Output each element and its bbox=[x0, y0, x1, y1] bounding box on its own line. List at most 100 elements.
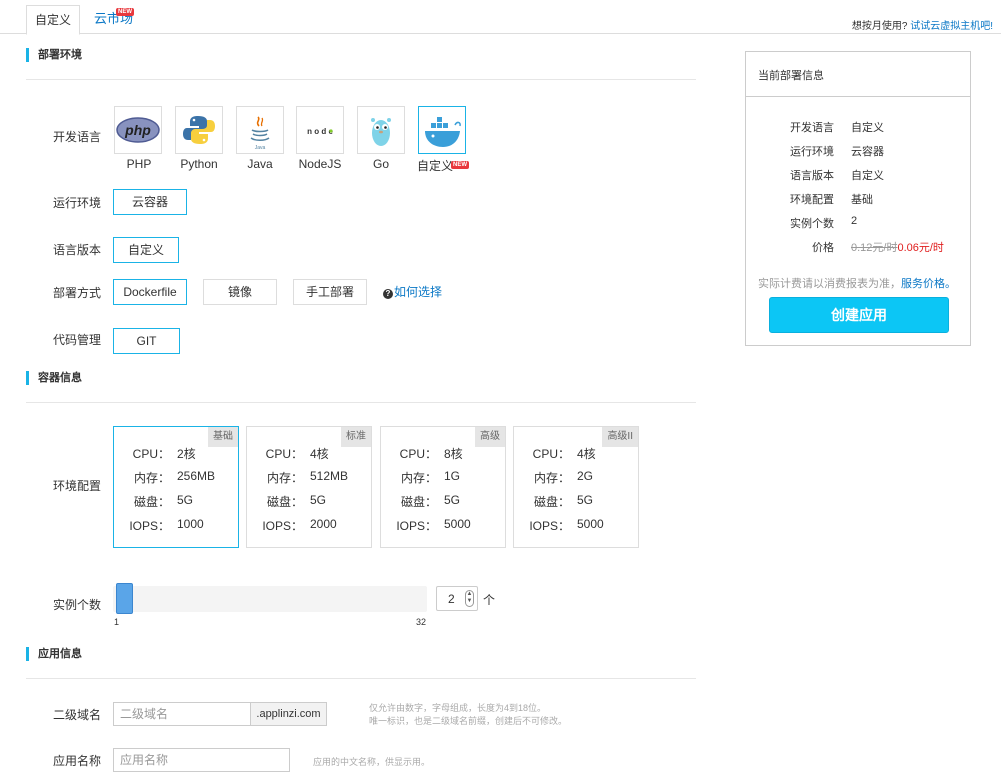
section-deploy-env: 部署环境 bbox=[26, 48, 82, 62]
spec-key: IOPS： bbox=[262, 519, 303, 533]
spec-tag: 高级 bbox=[475, 427, 505, 447]
python-icon bbox=[183, 116, 215, 144]
price-value: 0.12元/时0.06元/时 bbox=[851, 239, 944, 255]
java-icon: Java bbox=[250, 116, 270, 151]
service-price-link[interactable]: 服务价格。 bbox=[901, 278, 956, 290]
spec-key: 磁盘： bbox=[533, 495, 570, 509]
spec-key: 磁盘： bbox=[400, 495, 437, 509]
subdomain-hint: 仅允许由数字，字母组成，长度为4到18位。 唯一标识，也是二级域名前缀，创建后不… bbox=[369, 702, 567, 728]
spec-key: IOPS： bbox=[396, 519, 437, 533]
spec-key: IOPS： bbox=[129, 519, 170, 533]
spec-value: 1000 bbox=[177, 517, 204, 531]
code-option-git[interactable]: GIT bbox=[113, 328, 180, 354]
deploy-option-image[interactable]: 镜像 bbox=[203, 279, 277, 305]
info-key: 环境配置 bbox=[790, 194, 834, 206]
dev-language-label: 开发语言 bbox=[53, 130, 102, 144]
app-name-input[interactable]: 应用名称 bbox=[113, 748, 290, 772]
lang-name-java: Java bbox=[247, 157, 273, 171]
stepper-icon[interactable]: ▲ ▼ bbox=[465, 590, 474, 607]
spec-key: IOPS： bbox=[529, 519, 570, 533]
go-gopher-icon bbox=[371, 118, 391, 146]
spec-key: 内存： bbox=[133, 471, 170, 485]
subdomain-input[interactable]: 二级域名 bbox=[113, 702, 251, 726]
instance-count-label: 实例个数 bbox=[53, 598, 102, 612]
lang-name-go: Go bbox=[372, 157, 389, 171]
spec-card-advanced-ii[interactable]: 高级II CPU： 4核 内存： 2G 磁盘： 5G IOPS： 5000 bbox=[513, 426, 639, 548]
info-value: 基础 bbox=[851, 194, 873, 206]
deploy-option-manual[interactable]: 手工部署 bbox=[293, 279, 367, 305]
info-value: 自定义 bbox=[851, 170, 884, 182]
info-value: 云容器 bbox=[851, 146, 884, 158]
instance-count-value: 2 bbox=[448, 592, 455, 606]
divider bbox=[26, 402, 696, 403]
lang-name-python: Python bbox=[180, 157, 218, 171]
lang-card-nodejs[interactable]: n o d e bbox=[296, 106, 344, 154]
section-container-info: 容器信息 bbox=[26, 371, 82, 385]
divider bbox=[26, 678, 696, 679]
info-key: 运行环境 bbox=[790, 146, 834, 158]
instance-slider-track[interactable] bbox=[113, 586, 427, 612]
spec-value: 1G bbox=[444, 469, 461, 483]
spec-tag: 基础 bbox=[208, 427, 238, 447]
price-label: 价格 bbox=[812, 242, 834, 254]
spec-value: 8核 bbox=[444, 447, 463, 461]
lang-card-custom[interactable] bbox=[418, 106, 466, 154]
spec-key: CPU： bbox=[265, 447, 303, 461]
instance-slider-handle[interactable] bbox=[116, 583, 133, 614]
spec-key: CPU： bbox=[132, 447, 170, 461]
instance-count-input[interactable]: 2 ▲ ▼ bbox=[436, 586, 478, 611]
app-name-label: 应用名称 bbox=[53, 754, 102, 768]
spec-tag: 高级II bbox=[602, 427, 638, 447]
spec-card-standard[interactable]: 标准 CPU： 4核 内存： 512MB 磁盘： 5G IOPS： 2000 bbox=[246, 426, 372, 548]
lang-card-go[interactable] bbox=[357, 106, 405, 154]
price-old: 0.12元/时 bbox=[851, 242, 898, 254]
lang-version-label: 语言版本 bbox=[53, 243, 102, 257]
spec-value: 2000 bbox=[310, 517, 337, 531]
lang-card-php[interactable]: php bbox=[114, 106, 162, 154]
billing-note-text: 实际计费请以消费报表为准， bbox=[758, 278, 901, 290]
subdomain-hint-line: 唯一标识，也是二级域名前缀，创建后不可修改。 bbox=[369, 716, 568, 726]
nodejs-icon: n o d e bbox=[307, 127, 333, 136]
spec-value: 2核 bbox=[177, 447, 196, 461]
info-value: 自定义 bbox=[851, 122, 884, 134]
price-new: 0.06元/时 bbox=[897, 242, 944, 254]
lang-name-nodejs: NodeJS bbox=[298, 157, 342, 171]
billing-note: 实际计费请以消费报表为准，服务价格。 bbox=[758, 275, 956, 291]
code-mgmt-label: 代码管理 bbox=[53, 333, 102, 347]
deploy-help-label: 如何选择 bbox=[394, 285, 443, 299]
runtime-option-cloud-container[interactable]: 云容器 bbox=[113, 189, 187, 215]
version-option-custom[interactable]: 自定义 bbox=[113, 237, 179, 263]
spec-value: 5G bbox=[577, 493, 594, 507]
subdomain-suffix: .applinzi.com bbox=[250, 702, 327, 726]
docker-whale-icon bbox=[425, 117, 461, 147]
subdomain-label: 二级域名 bbox=[53, 708, 102, 722]
deploy-help-link[interactable]: ? 如何选择 bbox=[383, 283, 442, 300]
runtime-label: 运行环境 bbox=[53, 196, 102, 210]
section-app-info: 应用信息 bbox=[26, 647, 82, 661]
tab-custom[interactable]: 自定义 bbox=[26, 5, 80, 35]
virtual-host-link[interactable]: 试试云虚拟主机吧! bbox=[910, 21, 993, 32]
deploy-option-dockerfile[interactable]: Dockerfile bbox=[113, 279, 187, 305]
lang-card-python[interactable] bbox=[175, 106, 223, 154]
lang-name-php: PHP bbox=[126, 157, 152, 171]
spec-value: 5000 bbox=[577, 517, 604, 531]
tab-bar: 自定义 云市场 NEW 想按月使用? 试试云虚拟主机吧! bbox=[0, 0, 1001, 35]
lang-card-java[interactable]: Java bbox=[236, 106, 284, 154]
spec-key: 磁盘： bbox=[266, 495, 303, 509]
spec-card-basic[interactable]: 基础 CPU： 2核 内存： 256MB 磁盘： 5G IOPS： 1000 bbox=[113, 426, 239, 548]
slider-min-label: 1 bbox=[114, 617, 120, 627]
instance-unit: 个 bbox=[483, 593, 496, 607]
spec-key: CPU： bbox=[532, 447, 570, 461]
panel-title: 当前部署信息 bbox=[758, 70, 824, 82]
create-app-button[interactable]: 创建应用 bbox=[769, 297, 949, 333]
spec-key: 磁盘： bbox=[133, 495, 170, 509]
spec-key: CPU： bbox=[399, 447, 437, 461]
tab-cloud-market[interactable]: 云市场 NEW bbox=[84, 5, 143, 35]
spec-key: 内存： bbox=[266, 471, 303, 485]
spec-value: 5G bbox=[177, 493, 194, 507]
spec-card-advanced[interactable]: 高级 CPU： 8核 内存： 1G 磁盘： 5G IOPS： 5000 bbox=[380, 426, 506, 548]
info-value: 2 bbox=[851, 215, 858, 227]
info-key: 实例个数 bbox=[790, 218, 834, 230]
monthly-usage-question: 想按月使用? bbox=[851, 21, 908, 32]
spec-value: 5000 bbox=[444, 517, 471, 531]
